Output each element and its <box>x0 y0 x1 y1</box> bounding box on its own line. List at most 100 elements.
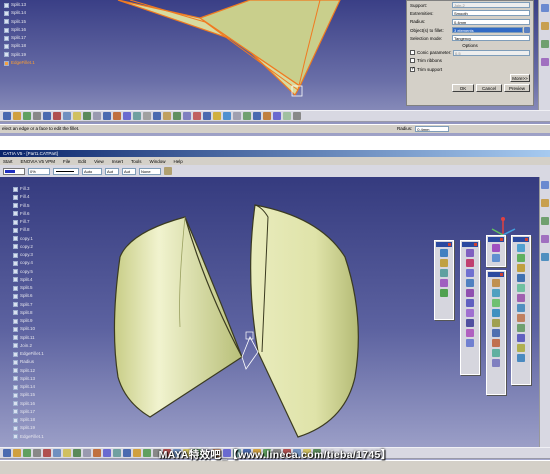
menu-help[interactable]: Help <box>173 159 184 164</box>
menu-start[interactable]: Start <box>2 159 14 164</box>
toolbar-icon[interactable] <box>13 112 21 120</box>
tool-icon[interactable] <box>492 339 500 347</box>
surface-patch-right[interactable] <box>198 0 341 87</box>
toolbar-icon[interactable] <box>263 112 271 120</box>
tool-icon[interactable] <box>541 253 549 261</box>
toolbar-icon[interactable] <box>33 112 41 120</box>
toolbar-icon[interactable] <box>143 112 151 120</box>
toolbar-icon[interactable] <box>113 112 121 120</box>
tool-icon[interactable] <box>466 249 474 257</box>
toolbar-icon[interactable] <box>273 112 281 120</box>
menu-tools[interactable]: Tools <box>130 159 143 164</box>
conic-checkbox[interactable] <box>410 50 415 56</box>
toolbar-icon[interactable] <box>283 112 291 120</box>
tool-icon[interactable] <box>541 181 549 189</box>
toolbar-icon[interactable] <box>73 112 81 120</box>
tool-icon[interactable] <box>541 235 549 243</box>
radius-input[interactable]: 0.4mm <box>452 18 530 25</box>
palette-titlebar[interactable] <box>488 272 504 277</box>
thickness-select[interactable]: Auto <box>82 167 102 175</box>
tool-icon[interactable] <box>541 22 549 30</box>
linetype-select[interactable] <box>53 167 79 175</box>
tool-icon[interactable] <box>466 329 474 337</box>
handle-icon[interactable] <box>241 336 259 370</box>
color-select[interactable] <box>3 167 25 175</box>
conic-input[interactable]: 0.5 <box>453 49 530 56</box>
tool-icon[interactable] <box>492 359 500 367</box>
selection-mode-select[interactable]: Tangency <box>452 35 530 42</box>
menu-file[interactable]: File <box>62 159 71 164</box>
tool-icon[interactable] <box>492 299 500 307</box>
tool-icon[interactable] <box>541 40 549 48</box>
toolbar-icon[interactable] <box>243 112 251 120</box>
toolbar-icon[interactable] <box>203 112 211 120</box>
tool-icon[interactable] <box>541 58 549 66</box>
toolbar-icon[interactable] <box>43 112 51 120</box>
toolbar-icon[interactable] <box>233 112 241 120</box>
tool-icon[interactable] <box>517 264 525 272</box>
cancel-button[interactable]: Cancel <box>476 83 502 92</box>
tool-icon[interactable] <box>517 354 525 362</box>
tool-icon[interactable] <box>541 199 549 207</box>
tool-icon[interactable] <box>440 279 448 287</box>
tool-icon[interactable] <box>466 259 474 267</box>
tool-icon[interactable] <box>492 349 500 357</box>
tool-icon[interactable] <box>466 279 474 287</box>
tool-icon[interactable] <box>492 319 500 327</box>
tool-icon[interactable] <box>492 309 500 317</box>
tool-icon[interactable] <box>517 324 525 332</box>
toolbar-icon[interactable] <box>83 112 91 120</box>
tool-icon[interactable] <box>517 254 525 262</box>
tool-icon[interactable] <box>492 244 500 252</box>
tool-icon[interactable] <box>466 299 474 307</box>
layer-select[interactable]: Aut <box>122 167 136 175</box>
toolbar-icon[interactable] <box>193 112 201 120</box>
trim-ribbons-checkbox[interactable] <box>410 58 415 64</box>
tool-icon[interactable] <box>466 289 474 297</box>
tool-icon[interactable] <box>492 254 500 262</box>
radius-status-input[interactable]: 0.4mm <box>415 126 450 132</box>
tool-icon[interactable] <box>517 304 525 312</box>
menu-enovia[interactable]: ENOVIA V5 VPM <box>20 159 57 164</box>
trim-support-checkbox[interactable]: ✓ <box>410 66 415 72</box>
toolbar-icon[interactable] <box>53 112 61 120</box>
transparency-select[interactable]: 0% <box>28 167 50 175</box>
toolbar-icon[interactable] <box>63 112 71 120</box>
tool-icon[interactable] <box>492 329 500 337</box>
preview-button[interactable]: Preview <box>504 83 530 92</box>
tool-icon[interactable] <box>541 4 549 12</box>
list-icon[interactable] <box>524 27 530 34</box>
palette-titlebar[interactable] <box>488 237 504 242</box>
toolbar-icon[interactable] <box>293 112 301 120</box>
tool-icon[interactable] <box>517 344 525 352</box>
tool-icon[interactable] <box>517 244 525 252</box>
toolbar-icon[interactable] <box>253 112 261 120</box>
menu-view[interactable]: View <box>93 159 105 164</box>
tool-icon[interactable] <box>517 274 525 282</box>
toolbar-icon[interactable] <box>173 112 181 120</box>
tool-icon[interactable] <box>466 319 474 327</box>
menu-edit[interactable]: Edit <box>77 159 87 164</box>
point-select[interactable]: Aut <box>105 167 119 175</box>
top-catia-viewport[interactable]: Split.13 Split.14 Split.15 Split.16 Spli… <box>0 0 550 136</box>
tool-icon[interactable] <box>492 279 500 287</box>
ok-button[interactable]: OK <box>452 83 474 92</box>
fillet-geometry-view[interactable] <box>0 0 410 110</box>
toolbar-icon[interactable] <box>183 112 191 120</box>
tool-icon[interactable] <box>517 314 525 322</box>
tool-icon[interactable] <box>440 289 448 297</box>
toolbar-icon[interactable] <box>213 112 221 120</box>
palette-titlebar[interactable] <box>513 237 529 242</box>
toolbar-icon[interactable] <box>23 112 31 120</box>
menu-window[interactable]: Window <box>149 159 167 164</box>
palette-titlebar[interactable] <box>436 242 452 247</box>
extremities-select[interactable]: Smooth <box>452 10 530 17</box>
objects-to-fillet-field[interactable]: 3 elements <box>452 27 523 34</box>
support-field[interactable]: Join.2 <box>452 2 530 9</box>
tool-icon[interactable] <box>466 309 474 317</box>
toolbar-icon[interactable] <box>3 112 11 120</box>
palette-titlebar[interactable] <box>462 242 478 247</box>
tool-icon[interactable] <box>466 269 474 277</box>
toolbar-icon[interactable] <box>153 112 161 120</box>
toolbar-icon[interactable] <box>223 112 231 120</box>
